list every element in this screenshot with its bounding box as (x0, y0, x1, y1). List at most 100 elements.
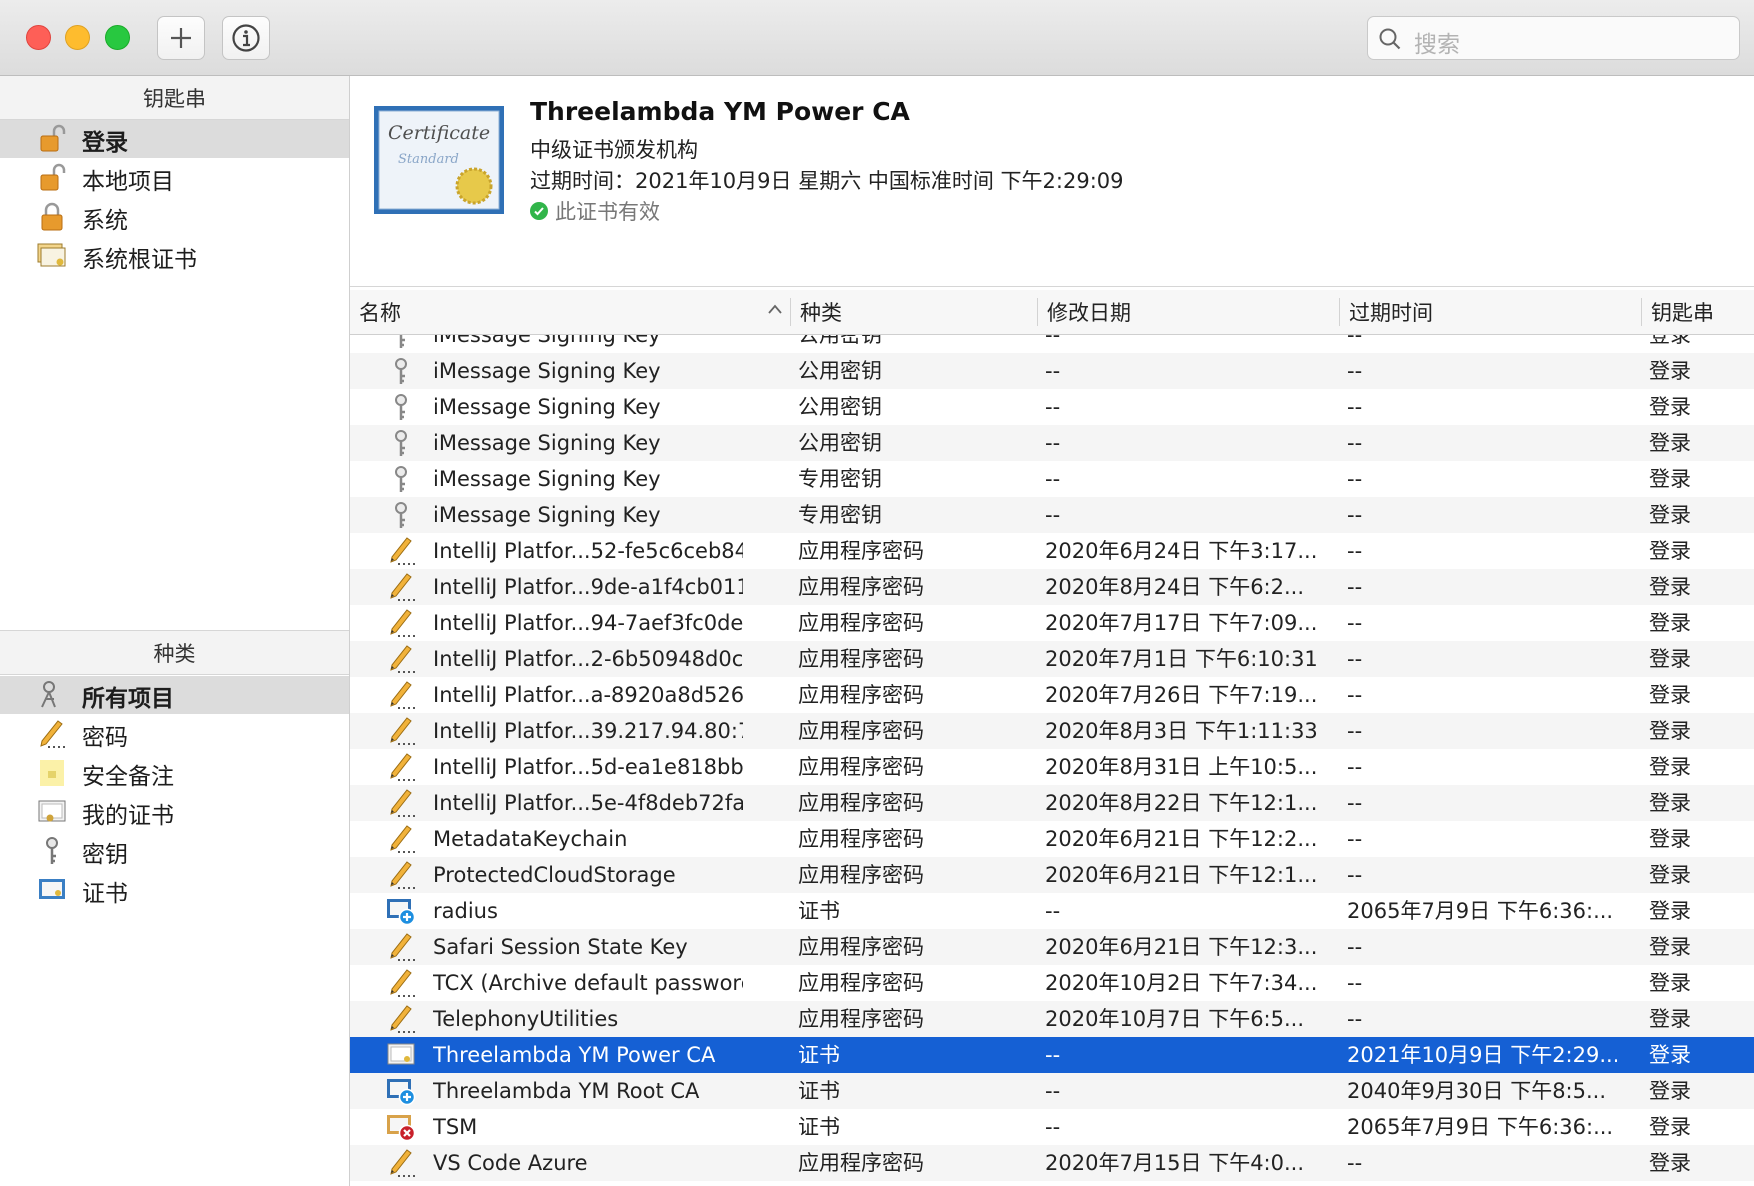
table-row[interactable]: Threelambda YM Root CA 证书 -- 2040年9月30日 下午8… (350, 1073, 1754, 1109)
sidebar-item-passwords[interactable]: 密码 (0, 715, 349, 753)
table-row[interactable]: TCX (Archive default password) 应用程序密码 2020… (350, 965, 1754, 1001)
table-row[interactable]: IntelliJ Platfor...a-8920a8d52663 应用程序密码 2… (350, 677, 1754, 713)
my-certificate-icon (38, 800, 66, 822)
cell-modified: -- (1045, 335, 1061, 347)
cell-name: iMessage Signing Key (433, 395, 661, 419)
column-header-label: 种类 (800, 301, 842, 325)
add-item-button[interactable] (157, 16, 205, 60)
cell-modified: 2020年6月21日 下午12:1... (1045, 863, 1318, 887)
pencil-password-icon (386, 1148, 416, 1178)
table-row[interactable]: IntelliJ Platfor...9de-a1f4cb011705 应用程序密… (350, 569, 1754, 605)
cell-kind: 应用程序密码 (798, 1151, 924, 1175)
sidebar-item-label: 系统 (82, 208, 128, 234)
cell-expires: -- (1347, 791, 1363, 815)
table-row[interactable]: radius 证书 -- 2065年7月9日 下午6:36:... 登录 (350, 893, 1754, 929)
table-row[interactable]: IntelliJ Platfor...2-6b50948d0c05 应用程序密码 2… (350, 641, 1754, 677)
cell-kind: 应用程序密码 (798, 755, 924, 779)
cell-name: Threelambda YM Power CA (433, 1043, 716, 1067)
search-field[interactable]: 搜索 (1367, 16, 1740, 60)
column-header-label: 修改日期 (1047, 301, 1131, 325)
locked-padlock-icon (41, 202, 63, 231)
cell-name: ProtectedCloudStorage (433, 863, 676, 887)
column-header-kind[interactable]: 种类 (791, 290, 1038, 334)
sidebar-item-login[interactable]: 登录 (0, 120, 349, 158)
secure-note-icon (40, 760, 64, 786)
cell-keychain: 登录 (1649, 335, 1691, 347)
cell-name: iMessage Signing Key (433, 467, 661, 491)
cell-expires: -- (1347, 647, 1363, 671)
sidebar-item-keys[interactable]: 密钥 (0, 832, 349, 870)
cell-keychain: 登录 (1649, 575, 1691, 599)
cell-modified: 2020年6月21日 下午12:2... (1045, 827, 1318, 851)
zoom-window-button[interactable] (105, 25, 130, 50)
cell-kind: 应用程序密码 (798, 647, 924, 671)
sidebar-item-all-items[interactable]: 所有项目 (0, 676, 349, 714)
sidebar-item-secure-notes[interactable]: 安全备注 (0, 754, 349, 792)
cell-name: radius (433, 899, 498, 923)
search-icon (1379, 28, 1401, 50)
close-window-button[interactable] (26, 25, 51, 50)
cell-modified: -- (1045, 467, 1061, 491)
table-row[interactable]: iMessage Signing Key 公用密钥 -- -- 登录 (350, 353, 1754, 389)
cell-name: IntelliJ Platfor...a-8920a8d52663 (433, 683, 743, 707)
table-row[interactable]: IntelliJ Platfor...5e-4f8deb72fa8e 应用程序密码… (350, 785, 1754, 821)
keychains-header: 钥匙串 (0, 76, 349, 120)
column-header-keychain[interactable]: 钥匙串 (1642, 290, 1754, 334)
table-row[interactable]: iMessage Signing Key 公用密钥 -- -- 登录 (350, 335, 1754, 353)
cell-modified: 2020年7月1日 下午6:10:31 (1045, 647, 1318, 671)
certificate-large-icon: Certificate Standard (374, 106, 504, 214)
table-row[interactable]: TSM 证书 -- 2065年7月9日 下午6:36:... 登录 (350, 1109, 1754, 1145)
items-table[interactable]: iMessage Signing Key 公用密钥 -- -- 登录 iMessage S… (350, 335, 1754, 1186)
table-row[interactable]: VS Code Azure 应用程序密码 2020年7月15日 下午4:0... --… (350, 1145, 1754, 1181)
table-row[interactable]: Safari Session State Key 应用程序密码 2020年6月21日… (350, 929, 1754, 965)
column-header-name[interactable]: 名称 (350, 290, 791, 334)
sidebar-item-label: 登录 (82, 130, 128, 156)
pencil-password-icon (386, 1004, 416, 1034)
column-header-modified[interactable]: 修改日期 (1038, 290, 1340, 334)
sidebar-item-system-roots[interactable]: 系统根证书 (0, 237, 349, 275)
table-row[interactable]: IntelliJ Platfor...5d-ea1e818bba08 应用程序密码… (350, 749, 1754, 785)
table-row[interactable]: iMessage Signing Key 专用密钥 -- -- 登录 (350, 461, 1754, 497)
column-header-label: 钥匙串 (1651, 301, 1714, 325)
table-row[interactable]: iMessage Signing Key 专用密钥 -- -- 登录 (350, 497, 1754, 533)
cell-expires: -- (1347, 575, 1363, 599)
cell-modified: 2020年8月31日 上午10:5... (1045, 755, 1318, 779)
table-row[interactable]: Threelambda YM Power CA 证书 -- 2021年10月9日 下午… (350, 1037, 1754, 1073)
cell-expires: -- (1347, 395, 1363, 419)
cell-expires: -- (1347, 863, 1363, 887)
table-row[interactable]: iMessage Signing Key 公用密钥 -- -- 登录 (350, 389, 1754, 425)
table-row[interactable]: IntelliJ Platfor...52-fe5c6ceb841c 应用程序密码… (350, 533, 1754, 569)
pencil-password-icon (386, 752, 416, 782)
cell-expires: 2040年9月30日 下午8:5... (1347, 1079, 1607, 1103)
cell-name: IntelliJ Platfor...5d-ea1e818bba08 (433, 755, 743, 779)
cell-modified: 2020年7月15日 下午4:0... (1045, 1151, 1305, 1175)
item-type: 中级证书颁发机构 (530, 138, 698, 162)
table-row[interactable]: IntelliJ Platfor...94-7aef3fc0deb0 应用程序密码… (350, 605, 1754, 641)
sidebar-item-local-items[interactable]: 本地项目 (0, 159, 349, 197)
sidebar-item-label: 密码 (82, 725, 128, 751)
cell-name: VS Code Azure (433, 1151, 588, 1175)
cell-keychain: 登录 (1649, 467, 1691, 491)
sidebar-item-my-certificates[interactable]: 我的证书 (0, 793, 349, 831)
sidebar-item-system[interactable]: 系统 (0, 198, 349, 236)
table-row[interactable]: IntelliJ Platfor...39.217.94.80:7990 应用程序… (350, 713, 1754, 749)
cell-modified: 2020年6月24日 下午3:17... (1045, 539, 1318, 563)
table-row[interactable]: iMessage Signing Key 公用密钥 -- -- 登录 (350, 425, 1754, 461)
sidebar-item-label: 密钥 (82, 842, 128, 868)
cell-kind: 公用密钥 (798, 431, 882, 455)
cell-kind: 应用程序密码 (798, 827, 924, 851)
table-row[interactable]: MetadataKeychain 应用程序密码 2020年6月21日 下午12:2.… (350, 821, 1754, 857)
cell-keychain: 登录 (1649, 431, 1691, 455)
cell-name: Safari Session State Key (433, 935, 688, 959)
cell-kind: 专用密钥 (798, 503, 882, 527)
pencil-password-icon (386, 644, 416, 674)
column-header-expires[interactable]: 过期时间 (1340, 290, 1642, 334)
cell-name: iMessage Signing Key (433, 359, 661, 383)
table-row[interactable]: ProtectedCloudStorage 应用程序密码 2020年6月21日 下午… (350, 857, 1754, 893)
table-row[interactable]: TelephonyUtilities 应用程序密码 2020年10月7日 下午6:5… (350, 1001, 1754, 1037)
sidebar-item-certificates[interactable]: 证书 (0, 871, 349, 909)
cell-keychain: 登录 (1649, 971, 1691, 995)
minimize-window-button[interactable] (65, 25, 90, 50)
get-info-button[interactable] (222, 16, 270, 60)
cell-keychain: 登录 (1649, 827, 1691, 851)
